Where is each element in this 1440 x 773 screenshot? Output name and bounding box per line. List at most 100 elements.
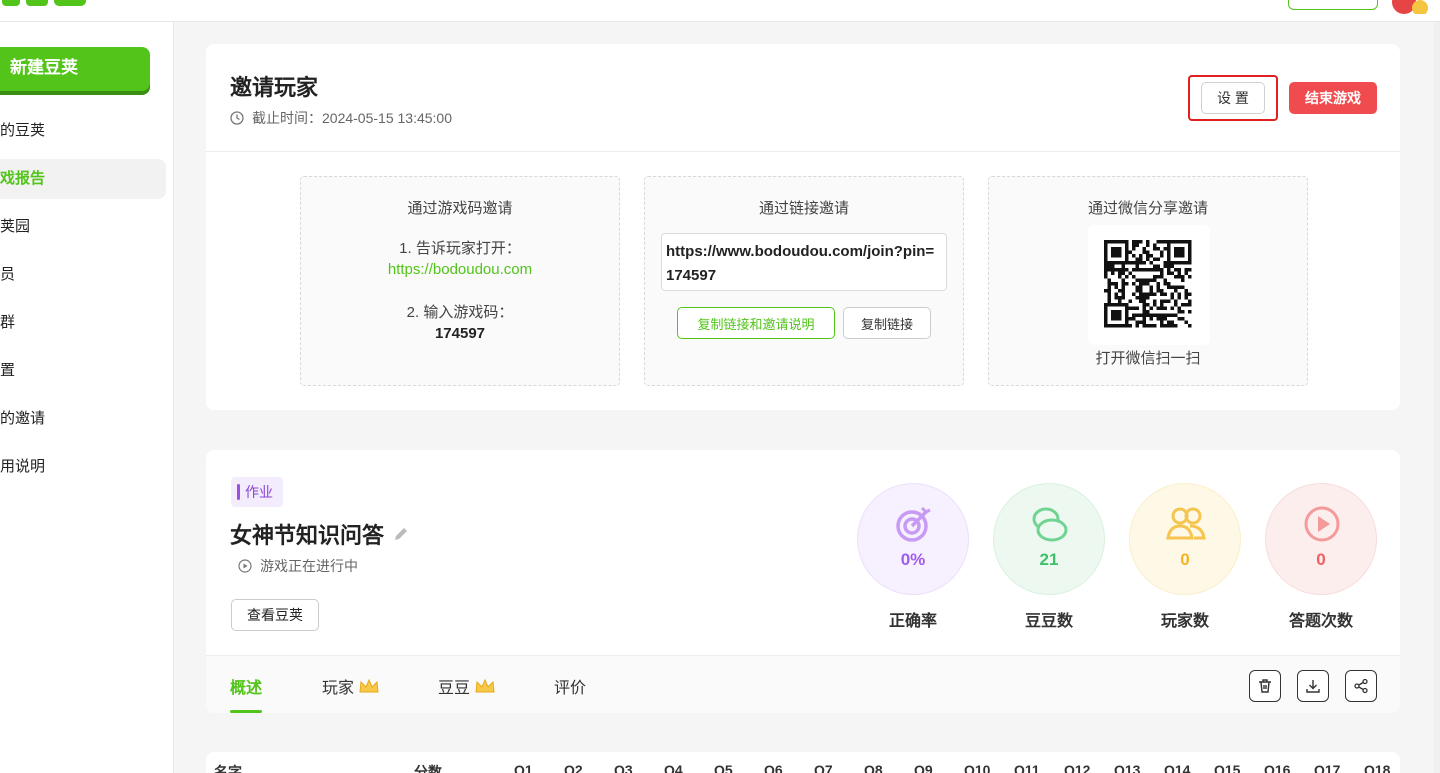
stat-accuracy-value: 0% — [900, 550, 926, 569]
tab-overview[interactable]: 概述 — [230, 674, 262, 698]
col-q4: Q4 — [664, 762, 683, 773]
stat-beans-circle: 21 — [993, 483, 1105, 595]
top-action-button[interactable] — [1288, 0, 1378, 10]
qr-code-icon — [1104, 240, 1192, 328]
trash-icon — [1259, 679, 1271, 693]
settings-button[interactable]: 设 置 — [1201, 82, 1265, 114]
game-status: 游戏正在进行中 — [238, 556, 358, 576]
sidebar-item-my-pods[interactable]: 的豆荚 — [0, 111, 166, 151]
col-q12: Q12 — [1064, 762, 1091, 773]
play-circle-icon — [238, 559, 252, 573]
col-q16: Q16 — [1264, 762, 1291, 773]
delete-button[interactable] — [1249, 670, 1281, 702]
vertical-scrollbar[interactable] — [1434, 22, 1440, 773]
share-button[interactable] — [1345, 670, 1377, 702]
col-score: 分数 — [414, 764, 442, 773]
view-pod-button[interactable]: 查看豆荚 — [231, 599, 319, 631]
stat-beans: 21 豆豆数 — [993, 483, 1105, 631]
stat-attempts: 0 答题次数 — [1265, 483, 1377, 631]
sidebar: 新建豆荚 的豆荚 戏报告 荚园 员 群 置 的邀请 用说明 — [0, 22, 174, 773]
copy-link-and-instructions-button[interactable]: 复制链接和邀请说明 — [677, 307, 835, 339]
tab-reviews-label: 评价 — [554, 680, 587, 697]
stat-players-circle: 0 — [1129, 483, 1241, 595]
invite-players-card: 邀请玩家 截止时间：2024-05-15 13:45:00 设 置 结束游戏 通… — [206, 44, 1400, 410]
col-q3: Q3 — [614, 762, 633, 773]
stat-players-value: 0 — [1180, 550, 1190, 569]
sidebar-item-game-reports[interactable]: 戏报告 — [0, 159, 166, 199]
col-q11: Q11 — [1014, 762, 1040, 773]
crown-icon — [359, 678, 379, 693]
copy-link-button[interactable]: 复制链接 — [843, 307, 931, 339]
game-status-text: 游戏正在进行中 — [260, 558, 358, 574]
col-q9: Q9 — [914, 762, 933, 773]
share-icon — [1354, 678, 1368, 694]
invite-by-link-title: 通过链接邀请 — [758, 200, 849, 217]
stat-players: 0 玩家数 — [1129, 483, 1241, 631]
col-q17: Q17 — [1314, 762, 1341, 773]
game-title: 女神节知识问答 — [230, 518, 410, 550]
users-icon — [1166, 507, 1206, 540]
game-code: 174597 — [434, 325, 486, 342]
step-2-text: 2. 输入游戏码： — [406, 304, 514, 321]
stat-beans-value: 21 — [1039, 550, 1059, 569]
crown-icon — [475, 678, 495, 693]
top-bar — [0, 0, 1440, 22]
target-icon — [896, 506, 931, 542]
clock-icon — [230, 111, 244, 125]
stat-attempts-value: 0 — [1316, 550, 1326, 569]
stat-accuracy-label: 正确率 — [888, 613, 937, 630]
tab-overview-label: 概述 — [230, 680, 263, 697]
qr-code — [1088, 225, 1210, 345]
end-game-button[interactable]: 结束游戏 — [1289, 82, 1377, 114]
sidebar-item-my-invites[interactable]: 的邀请 — [0, 399, 166, 439]
play-icon — [1304, 506, 1340, 542]
assignment-tag: 作业 — [231, 477, 283, 507]
invite-by-wechat-panel: 通过微信分享邀请 打开微信扫一扫 — [988, 176, 1308, 386]
col-q18: Q18 — [1364, 762, 1391, 773]
sidebar-item-help[interactable]: 用说明 — [0, 447, 166, 487]
tab-players[interactable]: 玩家 — [322, 674, 380, 698]
players-table-header: 名字 分数 Q1 Q2 Q3 Q4 Q5 Q6 Q7 Q8 Q9 Q10 Q11… — [206, 752, 1400, 773]
tab-beans[interactable]: 豆豆 — [438, 674, 496, 698]
col-q7: Q7 — [814, 762, 833, 773]
step-1-text: 1. 告诉玩家打开： — [399, 240, 521, 257]
col-q1: Q1 — [514, 762, 533, 773]
divider — [206, 151, 1400, 152]
col-q13: Q13 — [1114, 762, 1141, 773]
new-pod-button[interactable]: 新建豆荚 — [0, 47, 150, 91]
download-button[interactable] — [1297, 670, 1329, 702]
invite-url-field[interactable]: https://www.bodoudou.com/join?pin=174597 — [661, 233, 947, 291]
tab-beans-label: 豆豆 — [438, 680, 471, 697]
col-q15: Q15 — [1214, 762, 1241, 773]
tab-reviews[interactable]: 评价 — [554, 674, 586, 698]
report-tabs: 概述 玩家 豆豆 评价 — [206, 655, 1400, 713]
sidebar-item-members[interactable]: 员 — [0, 255, 166, 295]
avatar[interactable] — [1392, 0, 1428, 14]
col-q5: Q5 — [714, 762, 733, 773]
col-q8: Q8 — [864, 762, 883, 773]
page-title: 邀请玩家 — [230, 75, 319, 100]
stat-accuracy-circle: 0% — [857, 483, 969, 595]
deadline-text: 截止时间：2024-05-15 13:45:00 — [252, 110, 452, 126]
stat-attempts-circle: 0 — [1265, 483, 1377, 595]
site-link[interactable]: https://bodoudou.com — [301, 261, 619, 278]
stat-players-label: 玩家数 — [1160, 613, 1209, 630]
col-q10: Q10 — [964, 762, 991, 773]
col-q14: Q14 — [1164, 762, 1191, 773]
invite-by-code-panel: 通过游戏码邀请 1. 告诉玩家打开： https://bodoudou.com … — [300, 176, 620, 386]
deadline: 截止时间：2024-05-15 13:45:00 — [230, 108, 452, 128]
stat-accuracy: 0% 正确率 — [857, 483, 969, 631]
logo-icon[interactable] — [0, 0, 94, 8]
col-q6: Q6 — [764, 762, 783, 773]
beans-icon — [1032, 507, 1068, 542]
stat-beans-label: 豆豆数 — [1024, 613, 1073, 630]
sidebar-item-settings[interactable]: 置 — [0, 351, 166, 391]
invite-by-wechat-title: 通过微信分享邀请 — [1087, 200, 1208, 217]
active-tab-indicator — [230, 710, 262, 713]
qr-caption: 打开微信扫一扫 — [1095, 350, 1201, 367]
sidebar-item-pod-garden[interactable]: 荚园 — [0, 207, 166, 247]
edit-pencil-icon[interactable] — [392, 525, 410, 543]
invite-by-link-panel: 通过链接邀请 https://www.bodoudou.com/join?pin… — [644, 176, 964, 386]
sidebar-item-groups[interactable]: 群 — [0, 303, 166, 343]
game-title-text: 女神节知识问答 — [230, 523, 385, 548]
